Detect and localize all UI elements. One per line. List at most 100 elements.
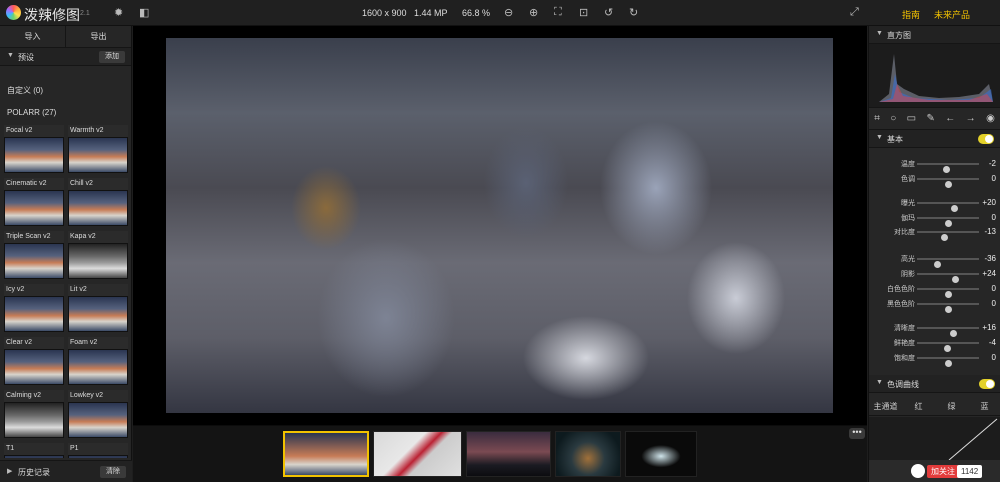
clear-history-button[interactable]: 清除: [100, 466, 126, 478]
fullscreen-icon[interactable]: ⤢: [850, 6, 859, 19]
redo-icon[interactable]: ↻: [629, 6, 638, 19]
slider-label: 温度: [901, 161, 915, 168]
tab-import[interactable]: 导入: [0, 26, 65, 47]
curves-header[interactable]: ▼ 色调曲线: [869, 375, 1000, 393]
slider-knob[interactable]: [945, 181, 952, 188]
basic-label: 基本: [887, 135, 903, 144]
slider-track[interactable]: [917, 163, 979, 173]
back-arrow-icon[interactable]: ←: [945, 113, 955, 124]
bug-icon[interactable]: ✹: [114, 6, 123, 19]
filter-preset[interactable]: Chill v2: [68, 178, 128, 231]
filter-preset[interactable]: T1: [4, 443, 64, 458]
undo-icon[interactable]: ↺: [604, 6, 613, 19]
slider-knob[interactable]: [945, 360, 952, 367]
filmstrip: •••: [133, 425, 867, 482]
filter-preset[interactable]: Icy v2: [4, 284, 64, 337]
film-thumb-night[interactable]: [555, 431, 621, 477]
expand-triangle-icon[interactable]: ▶: [7, 467, 12, 475]
presets-header[interactable]: ▼ 预设 添加: [0, 48, 131, 66]
slider-track[interactable]: [917, 342, 979, 352]
slider-track[interactable]: [917, 327, 979, 337]
filter-preset[interactable]: Calming v2: [4, 390, 64, 443]
channel-tab[interactable]: 绿: [935, 398, 968, 415]
tone-curve[interactable]: [869, 417, 1000, 461]
circle-mask-icon[interactable]: ○: [890, 113, 896, 124]
slider-knob[interactable]: [940, 234, 948, 241]
zoom-out-icon[interactable]: ⊖: [504, 6, 513, 19]
filter-label: Focal v2: [4, 125, 64, 137]
channel-tab[interactable]: 主通道: [869, 398, 902, 415]
slider-track[interactable]: [917, 231, 979, 241]
filter-preset[interactable]: Focal v2: [4, 125, 64, 178]
tab-export[interactable]: 导出: [65, 26, 131, 47]
slider-value[interactable]: -36: [984, 254, 996, 263]
slider-value[interactable]: 0: [992, 299, 996, 308]
slider-knob[interactable]: [945, 306, 952, 313]
follow-button[interactable]: 加关注: [927, 465, 959, 478]
custom-group[interactable]: 自定义 (0): [7, 85, 43, 96]
filter-preset[interactable]: Triple Scan v2: [4, 231, 64, 284]
filter-preset[interactable]: Lit v2: [68, 284, 128, 337]
film-thumb-model[interactable]: [373, 431, 462, 477]
filter-preset[interactable]: Cinematic v2: [4, 178, 64, 231]
crop-icon[interactable]: ⌗: [874, 113, 880, 124]
film-thumb-sunset[interactable]: [466, 431, 551, 477]
tool-row: ⌗ ○ ▭ ✎ ← → ◉: [869, 108, 1000, 130]
slider-track[interactable]: [917, 178, 979, 188]
basic-toggle[interactable]: [978, 134, 994, 144]
forward-arrow-icon[interactable]: →: [966, 113, 976, 124]
filter-preset[interactable]: Lowkey v2: [68, 390, 128, 443]
actual-size-icon[interactable]: ⊡: [579, 6, 588, 19]
filter-label: Icy v2: [4, 284, 64, 296]
slider-value[interactable]: 0: [992, 174, 996, 183]
basic-header[interactable]: ▼ 基本: [869, 130, 1000, 148]
eye-icon[interactable]: ◉: [986, 113, 995, 124]
slider-value[interactable]: 0: [992, 284, 996, 293]
canvas-area: •••: [133, 26, 867, 482]
slider-row: 色调 0: [869, 172, 1000, 188]
slider-track[interactable]: [917, 273, 979, 283]
slider-track[interactable]: [917, 303, 979, 313]
slider-value[interactable]: 0: [992, 353, 996, 362]
polarr-group[interactable]: POLARR (27): [7, 108, 56, 117]
slider-value[interactable]: -4: [989, 338, 996, 347]
filter-preset[interactable]: Warmth v2: [68, 125, 128, 178]
slider-track[interactable]: [917, 258, 979, 268]
slider-value[interactable]: 0: [992, 213, 996, 222]
filter-preset[interactable]: Foam v2: [68, 337, 128, 390]
slider-label: 阴影: [901, 271, 915, 278]
slider-value[interactable]: +16: [982, 323, 996, 332]
filter-preset[interactable]: P1: [68, 443, 128, 458]
channel-tab[interactable]: 蓝: [968, 398, 1000, 415]
filter-preset[interactable]: Kapa v2: [68, 231, 128, 284]
slider-label: 色调: [901, 176, 915, 183]
guide-link[interactable]: 指南: [902, 8, 920, 21]
slider-value[interactable]: -13: [984, 227, 996, 236]
filter-label: Warmth v2: [68, 125, 128, 137]
slider-value[interactable]: +24: [982, 269, 996, 278]
brush-icon[interactable]: ✎: [927, 113, 935, 124]
slider-track[interactable]: [917, 202, 979, 212]
rect-mask-icon[interactable]: ▭: [907, 113, 916, 124]
edited-photo: [166, 38, 833, 413]
slider-track[interactable]: [917, 288, 979, 298]
film-thumb-fish[interactable]: [283, 431, 369, 477]
more-options-icon[interactable]: •••: [849, 428, 865, 439]
future-products-link[interactable]: 未来产品: [934, 8, 970, 21]
histogram-header[interactable]: ▼ 直方图: [869, 26, 1000, 44]
history-label[interactable]: 历史记录: [18, 467, 50, 478]
add-preset-button[interactable]: 添加: [99, 51, 125, 63]
slider-value[interactable]: +20: [982, 198, 996, 207]
curves-toggle[interactable]: [979, 379, 995, 389]
filter-thumbnail: [68, 243, 128, 279]
fit-screen-icon[interactable]: ⛶: [554, 6, 562, 19]
filter-preset[interactable]: Clear v2: [4, 337, 64, 390]
zoom-in-icon[interactable]: ⊕: [529, 6, 538, 19]
slider-value[interactable]: -2: [989, 159, 996, 168]
slider-track[interactable]: [917, 217, 979, 227]
channel-tab[interactable]: 红: [902, 398, 935, 415]
film-thumb-bear[interactable]: [625, 431, 697, 477]
slider-track[interactable]: [917, 357, 979, 367]
presets-label: 预设: [18, 53, 34, 62]
toggle-sidebar-icon[interactable]: ◧: [139, 6, 149, 19]
